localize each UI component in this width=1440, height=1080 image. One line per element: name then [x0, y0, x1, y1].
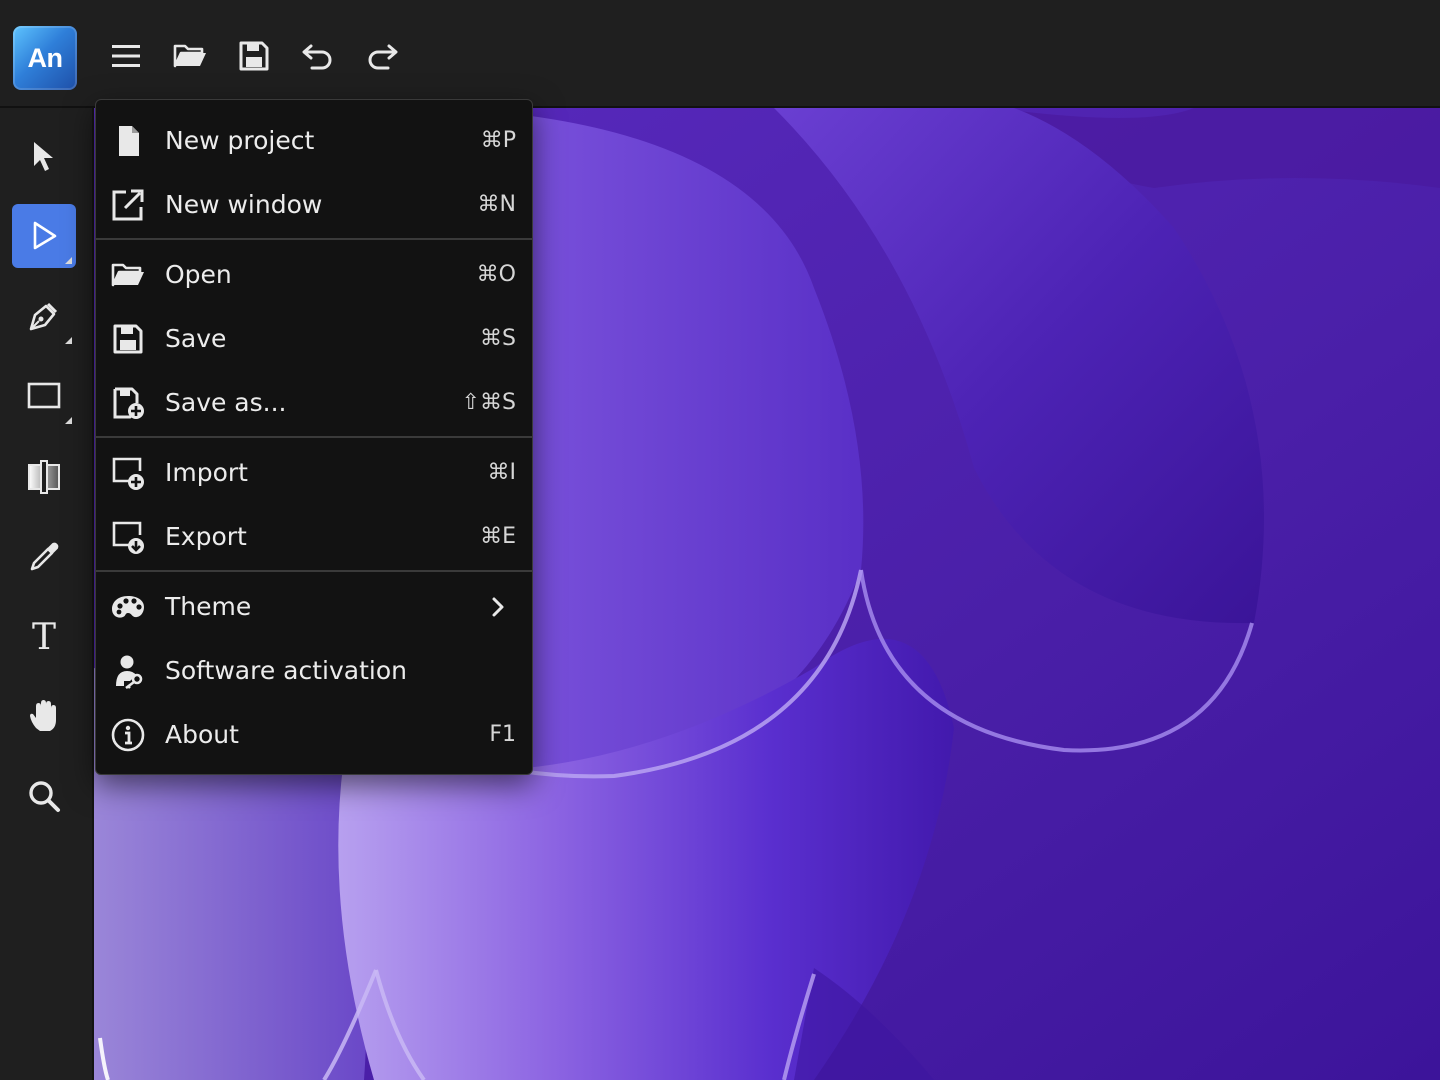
- direct-select-tool[interactable]: [12, 204, 76, 268]
- gradient-tool-icon: [28, 460, 60, 494]
- toolbar-undo-button[interactable]: [298, 34, 338, 78]
- menu-item-software-activation[interactable]: Software activation: [96, 639, 532, 703]
- palette-icon: [110, 589, 146, 625]
- gradient-tool[interactable]: [12, 444, 76, 508]
- export-icon: [110, 519, 146, 555]
- folder-open-icon: [110, 257, 146, 293]
- menu-item-about[interactable]: About F1: [96, 703, 532, 767]
- menu-item-import[interactable]: Import ⌘I: [96, 441, 532, 505]
- hand-tool[interactable]: [12, 684, 76, 748]
- pen-tool-icon: [29, 302, 58, 331]
- menu-item-label: Theme: [165, 592, 252, 621]
- menu-item-shortcut: ⇧⌘S: [461, 390, 516, 415]
- menu-item-save[interactable]: Save ⌘S: [96, 307, 532, 371]
- pen-tool[interactable]: [12, 284, 76, 348]
- menu-item-label: Import: [165, 458, 248, 487]
- folder-open-icon: [173, 44, 206, 68]
- redo-icon: [368, 44, 398, 70]
- menu-item-shortcut: ⌘E: [480, 524, 516, 549]
- main-menu-dropdown: New project ⌘P New window ⌘N Open ⌘O Sav…: [95, 99, 533, 775]
- select-tool[interactable]: [12, 124, 76, 188]
- new-window-icon: [110, 187, 146, 223]
- save-icon: [239, 41, 269, 71]
- toolbar-redo-button[interactable]: [362, 34, 402, 78]
- save-icon: [110, 321, 146, 357]
- menu-item-shortcut: ⌘O: [476, 262, 516, 287]
- eyedropper-icon: [30, 542, 59, 571]
- rectangle-tool-icon: [27, 382, 61, 409]
- top-toolbar: An: [0, 0, 1440, 108]
- zoom-tool-icon: [29, 781, 60, 812]
- zoom-tool[interactable]: [12, 764, 76, 828]
- app-window: An T New project ⌘P New window ⌘N Open ⌘…: [0, 0, 1440, 1080]
- new-file-icon: [110, 123, 146, 159]
- menu-separator: [96, 238, 532, 240]
- text-tool[interactable]: T: [12, 604, 76, 668]
- toolbar-save-button[interactable]: [234, 34, 274, 78]
- menu-item-new-window[interactable]: New window ⌘N: [96, 173, 532, 237]
- toolbar-open-button[interactable]: [170, 34, 210, 78]
- hand-tool-icon: [30, 700, 56, 731]
- menu-item-shortcut: ⌘S: [480, 326, 516, 351]
- undo-icon: [302, 44, 332, 70]
- eyedropper-tool[interactable]: [12, 524, 76, 588]
- import-icon: [110, 455, 146, 491]
- menu-item-new-project[interactable]: New project ⌘P: [96, 109, 532, 173]
- direct-select-arrow-icon: [33, 221, 57, 250]
- svg-text:T: T: [32, 618, 56, 654]
- menu-item-label: Software activation: [165, 656, 407, 685]
- menu-item-label: New window: [165, 190, 323, 219]
- save-as-icon: [110, 385, 146, 421]
- menu-item-open[interactable]: Open ⌘O: [96, 243, 532, 307]
- menu-separator: [96, 570, 532, 572]
- menu-item-export[interactable]: Export ⌘E: [96, 505, 532, 569]
- rectangle-tool[interactable]: [12, 364, 76, 428]
- menu-item-label: Open: [165, 260, 232, 289]
- menu-item-label: About: [165, 720, 239, 749]
- info-icon: [110, 717, 146, 753]
- menu-item-label: Save: [165, 324, 227, 353]
- menu-item-shortcut: F1: [489, 722, 516, 747]
- menu-item-label: New project: [165, 126, 315, 155]
- hamburger-menu-icon: [112, 45, 140, 67]
- menu-separator: [96, 436, 532, 438]
- menu-item-save-as[interactable]: Save as... ⇧⌘S: [96, 371, 532, 435]
- select-arrow-icon: [34, 142, 53, 171]
- menu-item-theme[interactable]: Theme: [96, 575, 532, 639]
- hamburger-menu-button[interactable]: [106, 34, 146, 78]
- activation-key-icon: [110, 653, 146, 689]
- menu-item-shortcut: ⌘P: [480, 128, 516, 153]
- menu-item-label: Export: [165, 522, 247, 551]
- menu-item-label: Save as...: [165, 388, 287, 417]
- tool-flyout-indicator: [65, 417, 72, 424]
- menu-item-shortcut: ⌘I: [487, 460, 517, 485]
- chevron-right-icon: [492, 597, 504, 617]
- tool-flyout-indicator: [65, 337, 72, 344]
- tool-flyout-indicator: [65, 257, 72, 264]
- app-logo[interactable]: An: [13, 26, 77, 90]
- tool-panel: T: [0, 108, 94, 1080]
- text-tool-icon: T: [32, 618, 56, 654]
- menu-item-shortcut: ⌘N: [477, 192, 516, 217]
